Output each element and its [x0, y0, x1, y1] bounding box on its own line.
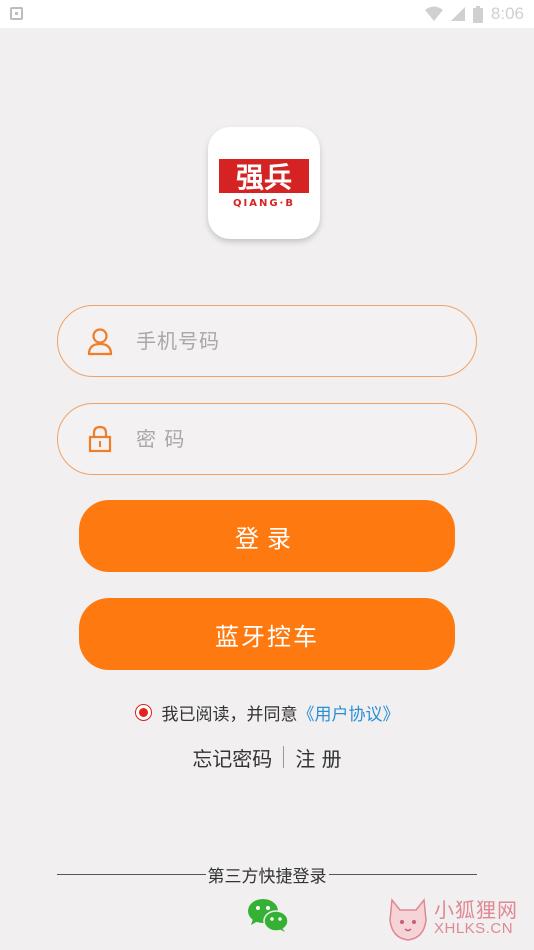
- divider-right: [328, 873, 477, 875]
- battery-icon: [472, 5, 483, 23]
- watermark-url: XHLKS.CN: [434, 920, 514, 937]
- lock-icon: [88, 425, 112, 453]
- agreement-radio[interactable]: [134, 703, 152, 721]
- divider-left: [57, 873, 206, 875]
- status-bar: 8:06: [0, 0, 534, 28]
- agreement-row: 我已阅读，并同意 《用户协议》: [0, 700, 534, 725]
- notification-icon: [10, 7, 23, 20]
- status-time: 8:06: [490, 4, 524, 23]
- register-link[interactable]: 注 册: [295, 743, 341, 772]
- login-button[interactable]: 登录: [79, 500, 455, 572]
- agreement-text: 我已阅读，并同意: [161, 704, 298, 725]
- wechat-icon[interactable]: [247, 897, 289, 933]
- wifi-icon: [424, 6, 443, 21]
- user-icon: [87, 328, 113, 356]
- phone-input[interactable]: [136, 306, 456, 376]
- account-links: 忘记密码 注 册: [0, 743, 534, 771]
- watermark-title: 小狐狸网: [434, 898, 518, 922]
- third-party-label: 第三方快捷登录: [207, 866, 327, 887]
- bluetooth-control-button[interactable]: 蓝牙控车: [79, 598, 455, 670]
- logo-subtext: QIANG·B: [233, 198, 295, 209]
- status-right: 8:06: [424, 4, 524, 24]
- password-field[interactable]: [57, 403, 477, 475]
- app-logo: 强兵 QIANG·B: [208, 127, 320, 239]
- logo-mark: 强兵 QIANG·B: [219, 159, 309, 209]
- forgot-password-link[interactable]: 忘记密码: [192, 743, 272, 772]
- password-input[interactable]: [136, 404, 456, 474]
- watermark: 小狐狸网 XHLKS.CN: [386, 892, 526, 946]
- signal-icon: [450, 7, 465, 21]
- links-divider: [283, 746, 285, 768]
- radio-dot: [138, 707, 148, 717]
- third-party-login: 第三方快捷登录: [57, 862, 477, 887]
- fox-icon: [389, 898, 427, 941]
- phone-field[interactable]: [57, 305, 477, 377]
- user-agreement-link[interactable]: 《用户协议》: [298, 700, 400, 725]
- logo-text: 强兵: [236, 161, 292, 194]
